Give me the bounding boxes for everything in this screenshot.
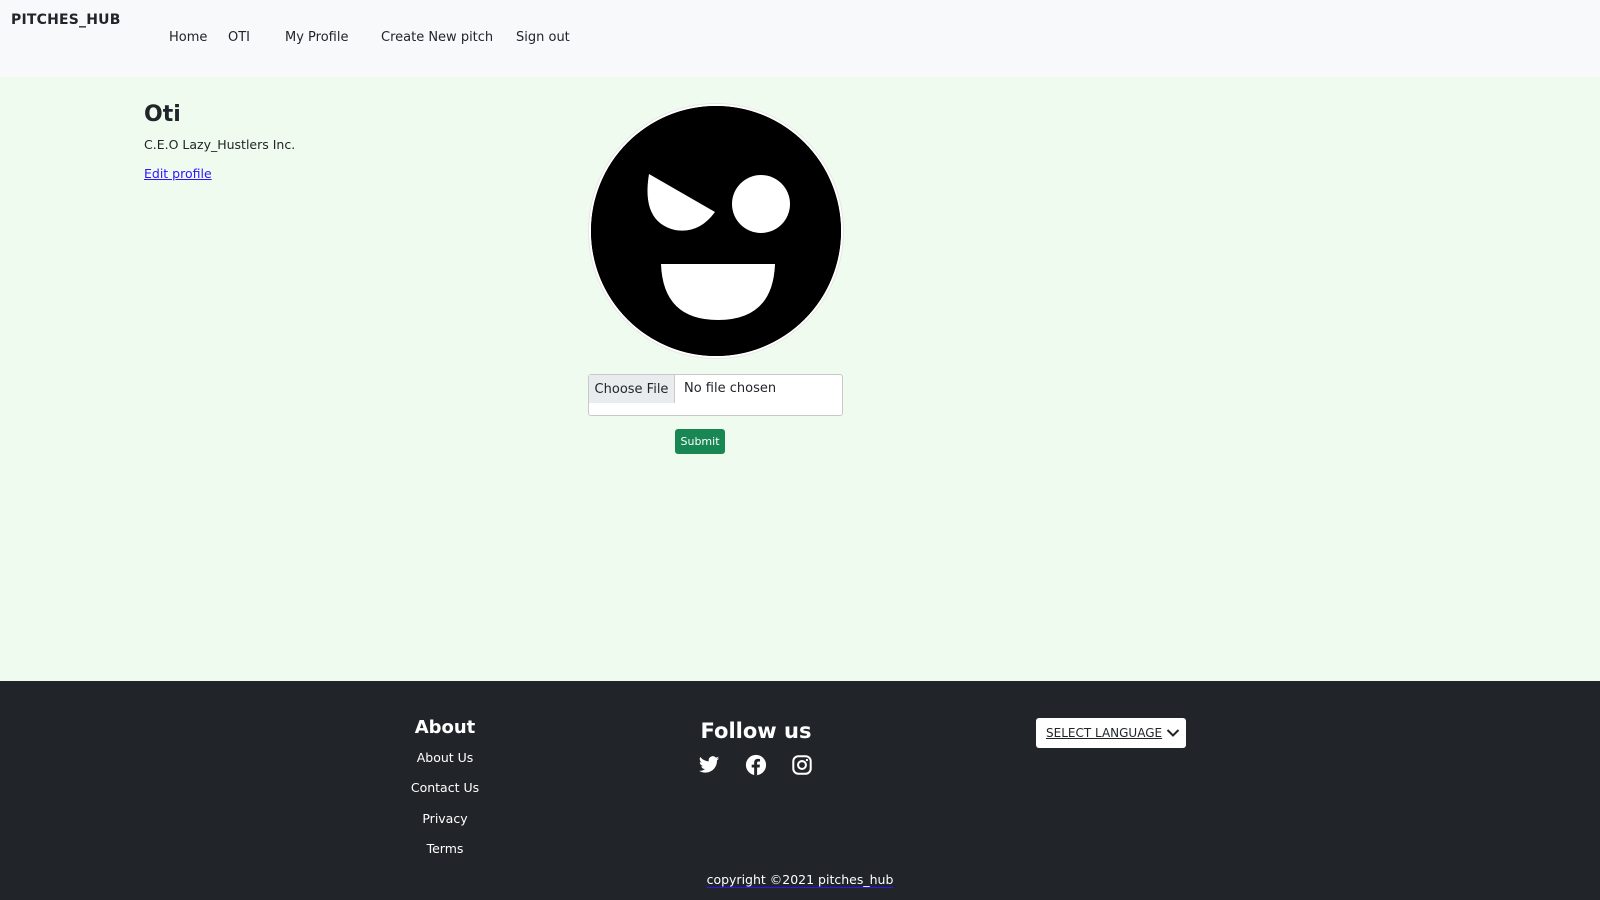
profile-avatar: [589, 104, 843, 358]
profile-bio: C.E.O Lazy_Hustlers Inc.: [144, 137, 296, 152]
instagram-icon[interactable]: [791, 754, 813, 776]
profile-name: Oti: [144, 102, 181, 127]
privacy-link[interactable]: Privacy: [0, 811, 890, 826]
nav-sign-out-link[interactable]: Sign out: [516, 30, 570, 45]
winking-smiley-avatar-icon: [591, 106, 841, 356]
chevron-down-icon: [1166, 729, 1180, 737]
nav-user-link[interactable]: OTI: [228, 30, 250, 45]
footer: About About Us Contact Us Privacy Terms …: [0, 681, 1600, 900]
file-status-text: No file chosen: [684, 381, 777, 396]
choose-file-button[interactable]: Choose File: [589, 375, 675, 403]
navbar: PITCHES_HUB Home OTI My Profile Create N…: [0, 0, 1600, 77]
follow-us-heading: Follow us: [700, 719, 812, 743]
copyright-text: copyright ©2021 pitches_hub: [0, 872, 1600, 888]
twitter-icon[interactable]: [698, 754, 720, 776]
select-language-label: SELECT LANGUAGE: [1046, 726, 1163, 740]
nav-my-profile-link[interactable]: My Profile: [285, 30, 348, 45]
select-language-button[interactable]: SELECT LANGUAGE: [1036, 718, 1186, 748]
brand-logo[interactable]: PITCHES_HUB: [11, 12, 121, 28]
nav-create-pitch-link[interactable]: Create New pitch: [381, 30, 493, 45]
file-upload-input[interactable]: Choose File No file chosen: [588, 374, 843, 416]
contact-us-link[interactable]: Contact Us: [0, 780, 890, 795]
copyright-label: copyright ©2021 pitches_hub: [706, 872, 894, 888]
submit-button[interactable]: Submit: [675, 429, 725, 454]
nav-home-link[interactable]: Home: [169, 30, 207, 45]
terms-link[interactable]: Terms: [0, 841, 890, 856]
facebook-icon[interactable]: [745, 754, 767, 776]
edit-profile-link[interactable]: Edit profile: [144, 166, 212, 181]
